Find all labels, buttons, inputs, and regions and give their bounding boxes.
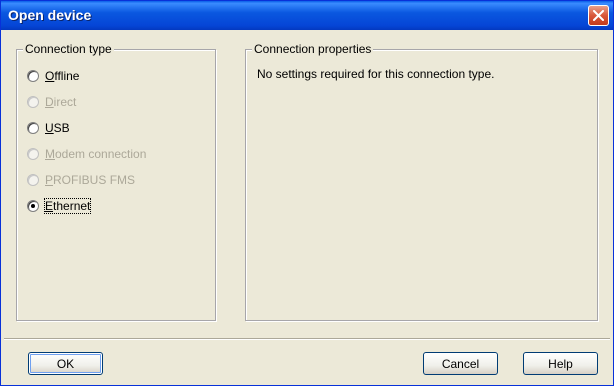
radio-circle[interactable] — [27, 70, 39, 82]
help-button[interactable]: Help — [523, 352, 598, 375]
open-device-dialog: Open device Connection type Offline Dire… — [0, 0, 614, 386]
window-title: Open device — [8, 7, 92, 23]
radio-ethernet[interactable]: Ethernet — [27, 198, 92, 214]
radio-label-offline: Offline — [45, 69, 80, 83]
radio-label-direct: Direct — [45, 95, 77, 109]
cancel-button[interactable]: Cancel — [423, 352, 498, 375]
radio-direct: Direct — [27, 94, 76, 110]
button-separator — [4, 338, 610, 340]
radio-circle — [27, 148, 39, 160]
radio-circle — [27, 96, 39, 108]
radio-label-modem: Modem connection — [45, 147, 147, 161]
ok-button[interactable]: OK — [28, 352, 103, 375]
connection-properties-group: Connection properties No settings requir… — [245, 42, 598, 321]
radio-label-usb: USB — [45, 121, 70, 135]
title-bar[interactable]: Open device — [1, 1, 613, 30]
radio-profibus-fms: PROFIBUS FMS — [27, 172, 135, 188]
close-button[interactable] — [588, 5, 609, 26]
radio-label-profibus: PROFIBUS FMS — [45, 173, 136, 187]
radio-circle[interactable] — [27, 122, 39, 134]
connection-type-group: Connection type Offline Direct USB Modem… — [16, 42, 216, 321]
radio-offline[interactable]: Offline — [27, 68, 79, 84]
properties-message: No settings required for this connection… — [257, 67, 495, 81]
radio-usb[interactable]: USB — [27, 120, 70, 136]
connection-type-legend: Connection type — [23, 42, 114, 56]
radio-label-ethernet: Ethernet — [43, 198, 92, 214]
radio-circle — [27, 174, 39, 186]
radio-modem-connection: Modem connection — [27, 146, 146, 162]
radio-circle-selected[interactable] — [27, 200, 39, 212]
close-icon — [593, 10, 604, 21]
dialog-content: Connection type Offline Direct USB Modem… — [4, 30, 610, 384]
connection-properties-legend: Connection properties — [252, 42, 374, 56]
